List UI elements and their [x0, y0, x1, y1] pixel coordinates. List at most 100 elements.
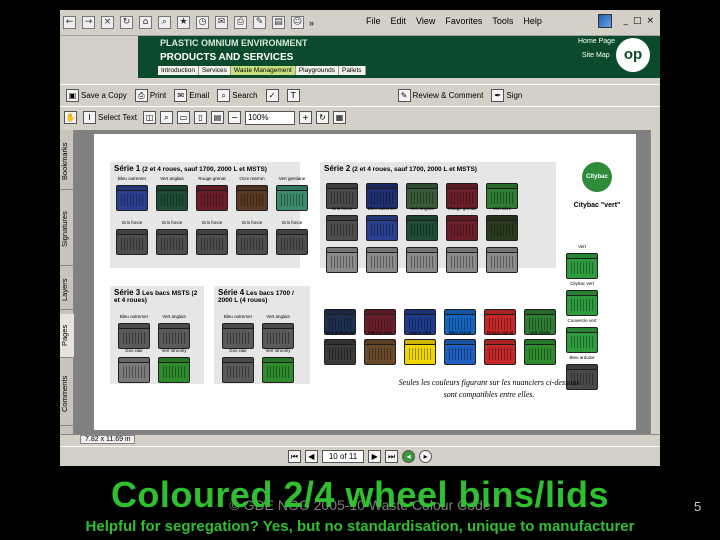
browser-logo-icon	[598, 14, 612, 28]
wheelie-bin: Vert anglais	[156, 314, 192, 349]
page-number-field[interactable]: 10 of 11	[321, 450, 365, 463]
wheelie-bin: Vert olive	[484, 206, 520, 241]
zoom-level-field[interactable]: 100%	[244, 110, 295, 125]
menu-favorites[interactable]: Favorites	[445, 16, 482, 26]
site-nav: Introduction Services Waste Management P…	[158, 66, 366, 75]
wheelie-bin: Bleu outremer	[220, 314, 256, 349]
bin-icon	[326, 249, 358, 273]
tab-comments[interactable]: Comments	[60, 362, 74, 426]
nav-introduction[interactable]: Introduction	[158, 66, 199, 75]
text-tool-button[interactable]: T	[285, 88, 302, 104]
wheelie-bin: Rouge signal	[482, 330, 518, 365]
wheelie-bin: Gris fonce	[324, 206, 360, 241]
wheelie-bin: Bleu outremer	[114, 176, 150, 211]
select-text-button[interactable]: I Select Text	[81, 110, 139, 126]
serie4-heading: Série 4 Les bacs 1700 / 2000 L (4 roues)	[218, 288, 308, 304]
home-icon[interactable]: ⌂	[139, 16, 152, 29]
wheelie-bin: Rouge grenat	[444, 206, 480, 241]
menu-view[interactable]: View	[416, 16, 435, 26]
next-page-icon[interactable]: ▶	[368, 450, 382, 463]
forward-icon[interactable]: →	[82, 16, 95, 29]
bin-icon	[566, 292, 598, 316]
bin-icon	[446, 249, 478, 273]
sign-button[interactable]: ✒ Sign	[489, 88, 524, 104]
fit-page-icon[interactable]: ▯	[193, 111, 207, 124]
zoom-icon[interactable]: ⌕	[159, 111, 173, 124]
compatibility-caption-2: sont compatibles entre elles.	[443, 390, 535, 399]
actual-size-icon[interactable]: ▭	[176, 111, 190, 124]
window-controls: _ □ ×	[623, 16, 654, 26]
wheelie-bin: Vert anglais	[154, 176, 190, 211]
bin-icon	[196, 231, 228, 255]
serie2-panel: Série 2 (2 et 4 roues, sauf 1700, 2000 L…	[320, 162, 556, 273]
print-button[interactable]: ⎙ Print	[133, 88, 168, 104]
page-layout-icon[interactable]: ▦	[332, 111, 346, 124]
toolbar-chevron[interactable]: »	[309, 18, 314, 28]
wheelie-bin	[404, 174, 440, 209]
mail-icon[interactable]: ✉	[215, 16, 228, 29]
rotate-icon[interactable]: ↻	[315, 111, 329, 124]
zoom-in-icon[interactable]: +	[298, 111, 312, 124]
back-icon[interactable]: ←	[63, 16, 76, 29]
hand-tool-icon[interactable]: ✋	[64, 111, 77, 124]
print-icon[interactable]: ⎙	[234, 16, 247, 29]
wheelie-bin: Marron pale	[362, 330, 398, 365]
home-page-link[interactable]: Home Page	[578, 38, 615, 45]
bin-icon	[486, 249, 518, 273]
sign-label: Sign	[506, 91, 523, 100]
last-page-icon[interactable]: ⏭	[385, 450, 399, 463]
serie1-desc: (2 et 4 roues, sauf 1700, 2000 L et MSTS…	[142, 166, 267, 173]
vertical-scrollbar[interactable]	[650, 130, 660, 434]
zoom-out-icon[interactable]: −	[227, 111, 241, 124]
tab-pages[interactable]: Pages	[60, 314, 74, 358]
wheelie-bin: Vert	[564, 244, 600, 279]
tab-bookmarks[interactable]: Bookmarks	[60, 134, 74, 190]
close-icon[interactable]: ×	[646, 16, 654, 26]
serie2-row2: Gris fonce Bleu outremer Vert anglais Rouge…	[324, 206, 520, 241]
favorites-icon[interactable]: ★	[177, 16, 190, 29]
prev-page-icon[interactable]: ◀	[304, 450, 318, 463]
compatibility-caption-1: Seules les couleurs figurant sur les nua…	[398, 378, 580, 387]
menu-edit[interactable]: Edit	[391, 16, 407, 26]
site-map-link[interactable]: Site Map	[582, 52, 610, 59]
tab-signatures[interactable]: Signatures	[60, 194, 74, 266]
wheelie-bin: Rouge grenat	[194, 176, 230, 211]
bin-icon	[116, 187, 148, 211]
menu-tools[interactable]: Tools	[492, 16, 513, 26]
menu-help[interactable]: Help	[523, 16, 542, 26]
refresh-icon[interactable]: ↻	[120, 16, 133, 29]
nav-pallets[interactable]: Pallets	[338, 66, 366, 75]
menu-bar: File Edit View Favorites Tools Help	[366, 16, 542, 26]
spellcheck-button[interactable]: ✓	[264, 88, 281, 104]
fit-width-icon[interactable]: ▤	[210, 111, 224, 124]
citybac-bins: Vert Citybac vert Couvercle vert Bleu ardoi…	[564, 244, 600, 390]
tab-layers[interactable]: Layers	[60, 270, 74, 310]
email-button[interactable]: ✉ Email	[172, 88, 211, 104]
nav-services[interactable]: Services	[198, 66, 231, 75]
page-navigation: ⏮ ◀ 10 of 11 ▶ ⏭ ◂ ▸	[60, 446, 660, 466]
messenger-icon[interactable]: ☺	[291, 16, 304, 29]
first-page-icon[interactable]: ⏮	[287, 450, 301, 463]
stop-icon[interactable]: ×	[101, 16, 114, 29]
bin-icon	[118, 325, 150, 349]
serie4-panel: Série 4 Les bacs 1700 / 2000 L (4 roues)…	[214, 286, 310, 384]
search-button[interactable]: ⌕ Search	[215, 88, 259, 104]
menu-file[interactable]: File	[366, 16, 381, 26]
status-bar: 7.82 x 11.69 in	[60, 434, 660, 444]
review-comment-button[interactable]: ✎ Review & Comment	[396, 88, 486, 104]
nav-playgrounds[interactable]: Playgrounds	[295, 66, 339, 75]
search-icon[interactable]: ⌕	[158, 16, 171, 29]
discuss-icon[interactable]: ▤	[272, 16, 285, 29]
edit-icon[interactable]: ✎	[253, 16, 266, 29]
next-view-icon[interactable]: ▸	[419, 450, 433, 463]
maximize-icon[interactable]: □	[633, 16, 642, 26]
pdf-page: Série 1 (2 et 4 roues, sauf 1700, 2000 L…	[94, 134, 636, 430]
bin-icon	[444, 341, 476, 365]
save-copy-button[interactable]: ▣ Save a Copy	[64, 88, 129, 104]
nav-waste-management[interactable]: Waste Management	[230, 66, 296, 75]
history-icon[interactable]: ◷	[196, 16, 209, 29]
minimize-icon[interactable]: _	[623, 16, 628, 26]
previous-view-icon[interactable]: ◂	[402, 450, 416, 463]
wheelie-bin: Gris fonce	[274, 220, 310, 255]
snapshot-icon[interactable]: ◫	[142, 111, 156, 124]
